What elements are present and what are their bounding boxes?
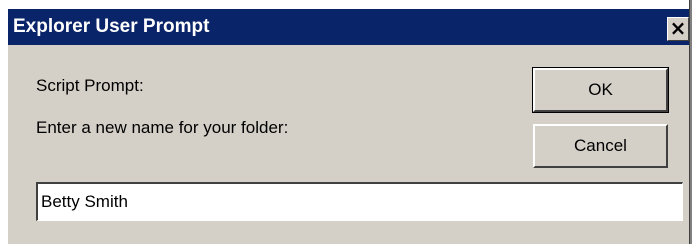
close-button[interactable]: ×	[667, 17, 689, 41]
window-edge-left	[0, 0, 8, 244]
close-icon: ×	[669, 16, 687, 40]
cancel-button[interactable]: Cancel	[533, 124, 668, 168]
ok-button[interactable]: OK	[532, 67, 669, 113]
window-title: Explorer User Prompt	[13, 16, 210, 37]
explorer-user-prompt-dialog: Explorer User Prompt × Script Prompt: En…	[0, 0, 692, 244]
window-edge-top	[0, 0, 692, 9]
prompt-message: Enter a new name for your folder:	[36, 118, 289, 137]
script-prompt-label: Script Prompt:	[36, 76, 144, 95]
title-bar[interactable]: Explorer User Prompt ×	[8, 9, 689, 45]
folder-name-input[interactable]	[36, 182, 683, 221]
cancel-button-label: Cancel	[574, 136, 627, 155]
ok-button-label: OK	[588, 80, 613, 99]
